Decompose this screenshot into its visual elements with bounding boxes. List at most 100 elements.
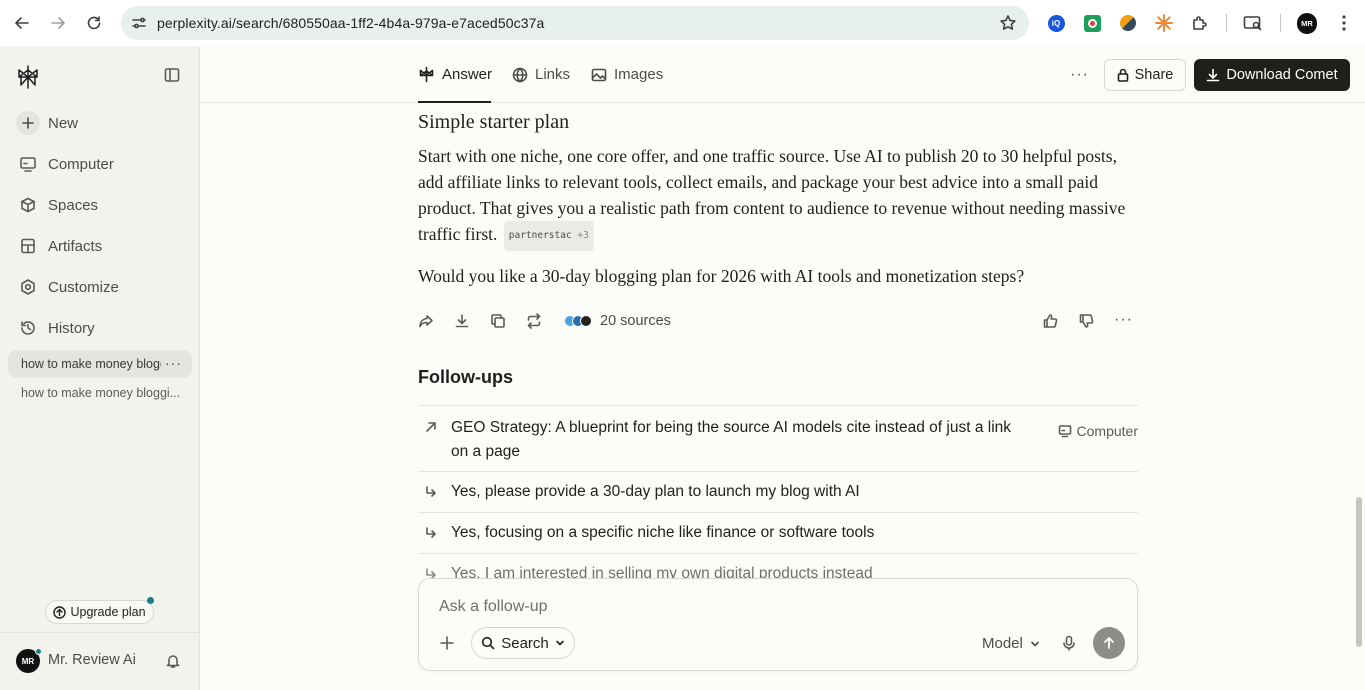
active-tab-indicator — [418, 101, 491, 103]
spaces-icon — [16, 196, 40, 214]
extension-sun-icon[interactable] — [1154, 13, 1174, 33]
tab-label: Images — [614, 66, 664, 83]
tab-label: Links — [535, 66, 571, 83]
user-account-row[interactable]: MR Mr. Review Ai — [0, 632, 199, 690]
followup-tag-label: Computer — [1076, 423, 1138, 439]
tab-answer[interactable]: Answer — [418, 46, 492, 103]
followup-item[interactable]: Yes, please provide a 30-day plan to lau… — [418, 471, 1138, 512]
submit-button[interactable] — [1093, 627, 1125, 659]
bookmark-star-icon[interactable] — [999, 14, 1017, 32]
extension-record-icon[interactable] — [1082, 13, 1102, 33]
model-label: Model — [982, 635, 1023, 652]
tab-label: Answer — [442, 66, 493, 83]
perplexity-logo-icon[interactable] — [16, 64, 40, 90]
followup-item[interactable]: GEO Strategy: A blueprint for being the … — [418, 405, 1138, 471]
followup-text: GEO Strategy: A blueprint for being the … — [451, 419, 1012, 460]
sources-count: 20 sources — [600, 313, 671, 329]
upgrade-plan-label: Upgrade plan — [70, 605, 146, 619]
extensions-puzzle-icon[interactable] — [1190, 13, 1210, 33]
sidebar-item-label: New — [48, 114, 79, 132]
arrow-left-icon — [13, 14, 31, 32]
extension-orb-icon[interactable] — [1118, 13, 1138, 33]
sidebar-item-spaces[interactable]: Spaces — [16, 190, 98, 220]
sidebar-item-history[interactable]: History — [16, 313, 95, 343]
back-button[interactable] — [4, 0, 40, 46]
upgrade-plan-button[interactable]: Upgrade plan — [45, 597, 154, 624]
arrow-right-icon — [49, 14, 67, 32]
ask-followup-input[interactable] — [439, 598, 1039, 616]
avatar[interactable]: MR — [16, 648, 42, 673]
return-arrow-icon — [424, 526, 438, 540]
tab-search-icon[interactable] — [1243, 13, 1263, 33]
sidebar-item-customize[interactable]: Customize — [16, 272, 119, 302]
search-icon — [481, 636, 495, 650]
status-dot — [35, 648, 42, 655]
computer-icon — [16, 155, 40, 173]
page-scrollbar[interactable] — [1356, 497, 1362, 647]
site-settings-icon[interactable] — [121, 15, 157, 31]
rewrite-icon[interactable] — [526, 313, 542, 329]
sidebar-item-computer[interactable]: Computer — [16, 149, 114, 179]
sidebar-item-label: Artifacts — [48, 237, 103, 255]
upgrade-arrow-icon — [53, 605, 67, 619]
return-arrow-icon — [424, 485, 438, 499]
followups-heading: Follow-ups — [418, 367, 513, 387]
answer-paragraph: Start with one niche, one core offer, an… — [418, 143, 1138, 251]
download-icon — [1206, 68, 1220, 82]
address-bar[interactable]: perplexity.ai/search/680550aa-1ff2-4b4a-… — [121, 6, 1029, 40]
sidebar-item-label: History — [48, 319, 95, 337]
download-comet-button[interactable]: Download Comet — [1194, 59, 1350, 91]
model-selector[interactable]: Model — [982, 635, 1040, 652]
forward-button[interactable] — [40, 0, 76, 46]
browser-menu-icon[interactable] — [1334, 13, 1354, 33]
download-icon[interactable] — [454, 313, 470, 329]
thumbs-down-icon[interactable] — [1078, 313, 1094, 329]
citation-badge[interactable]: partnerstac +3 — [503, 221, 594, 251]
arrow-up-right-icon — [424, 420, 438, 434]
tab-links[interactable]: Links — [512, 46, 570, 103]
tab-images[interactable]: Images — [591, 46, 663, 103]
bell-icon[interactable] — [165, 653, 181, 669]
sidebar-item-label: Spaces — [48, 196, 99, 214]
extension-q-icon[interactable]: iQ — [1046, 13, 1066, 33]
collapse-sidebar-icon[interactable] — [163, 66, 181, 84]
search-mode-button[interactable]: Search — [471, 627, 575, 659]
share-button[interactable]: Share — [1104, 59, 1186, 91]
thread-title: how to make money bloggi... — [21, 386, 181, 400]
toolbar-divider — [1280, 14, 1281, 32]
avatar-initials: MR — [21, 656, 35, 666]
customize-icon — [16, 278, 40, 296]
download-comet-label: Download Comet — [1226, 67, 1338, 83]
sidebar-item-artifacts[interactable]: Artifacts — [16, 231, 102, 261]
copy-icon[interactable] — [490, 313, 506, 329]
share-icon[interactable] — [418, 313, 434, 329]
section-heading: Simple starter plan — [418, 111, 570, 133]
lock-icon — [1117, 68, 1129, 82]
attach-plus-icon[interactable] — [439, 635, 455, 651]
thread-more-icon[interactable]: ··· — [165, 355, 182, 371]
image-icon — [591, 67, 607, 83]
thread-item[interactable]: how to make money blogging ··· — [8, 350, 192, 378]
profile-avatar[interactable]: MR — [1297, 12, 1317, 34]
chevron-down-icon — [555, 638, 565, 648]
thread-header: Answer Links Images ··· Share Download C… — [200, 46, 1365, 103]
share-label: Share — [1134, 67, 1174, 83]
more-options-icon[interactable]: ··· — [1070, 66, 1089, 84]
sidebar: New Computer Spaces Artifacts Customize … — [0, 46, 200, 690]
user-name: Mr. Review Ai — [48, 652, 136, 668]
chevron-down-icon — [1030, 639, 1040, 649]
reload-button[interactable] — [76, 0, 112, 46]
citation-more-count: +3 — [577, 230, 589, 241]
thread-title: how to make money blogging — [21, 357, 161, 371]
thread-item[interactable]: how to make money bloggi... — [8, 379, 192, 407]
followup-question: Would you like a 30-day blogging plan fo… — [418, 266, 1025, 286]
microphone-icon[interactable] — [1061, 635, 1077, 651]
url-text[interactable]: perplexity.ai/search/680550aa-1ff2-4b4a-… — [157, 15, 544, 31]
sidebar-item-new[interactable]: New — [16, 108, 78, 138]
answer-icon — [418, 66, 435, 83]
followup-item[interactable]: Yes, focusing on a specific niche like f… — [418, 512, 1138, 553]
more-actions-icon[interactable]: ··· — [1114, 311, 1133, 329]
source-favicon — [580, 315, 592, 327]
thumbs-up-icon[interactable] — [1042, 313, 1058, 329]
sources-button[interactable]: 20 sources — [564, 313, 671, 329]
